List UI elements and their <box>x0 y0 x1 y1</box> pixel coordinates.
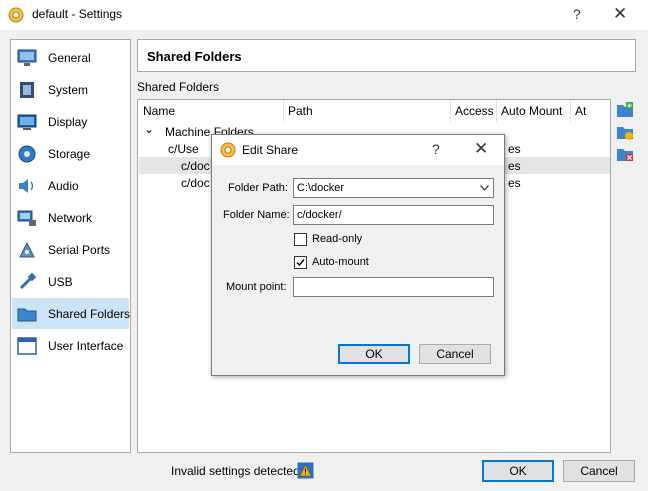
sidebar-item-user-interface[interactable]: User Interface <box>12 330 129 361</box>
column-header-access[interactable]: Access <box>450 100 497 122</box>
virtualbox-logo-icon <box>220 142 236 158</box>
add-folder-icon[interactable] <box>616 101 634 119</box>
ok-button[interactable]: OK <box>482 460 554 482</box>
usb-icon <box>19 272 37 290</box>
dialog-cancel-button[interactable]: Cancel <box>419 344 491 364</box>
checkmark-icon <box>296 259 305 267</box>
warning-icon[interactable] <box>297 462 314 479</box>
chip-icon <box>20 82 34 98</box>
sidebar-item-audio[interactable]: Audio <box>12 170 129 201</box>
read-only-checkbox[interactable] <box>294 233 307 246</box>
virtualbox-logo-icon <box>8 7 24 23</box>
sidebar-item-system[interactable]: System <box>12 74 129 105</box>
edit-share-dialog: Edit Share ? ✕ Folder Path: C:\docker Fo… <box>211 134 505 376</box>
mount-point-input[interactable] <box>293 277 494 297</box>
folder-path-label: Folder Path: <box>228 182 288 194</box>
folder-path-combobox[interactable]: C:\docker <box>293 178 494 198</box>
storage-icon <box>18 145 36 163</box>
sidebar-item-network[interactable]: Network <box>12 202 129 233</box>
sidebar-item-display[interactable]: Display <box>12 106 129 137</box>
speaker-icon <box>19 179 34 193</box>
sidebar-item-usb[interactable]: USB <box>12 266 129 297</box>
monitor-icon <box>17 49 37 66</box>
dialog-help-button[interactable]: ? <box>432 141 440 157</box>
sidebar-item-shared-folders[interactable]: Shared Folders <box>12 298 130 329</box>
auto-mount-label: Auto-mount <box>312 256 369 268</box>
serial-port-icon <box>19 241 35 258</box>
display-icon <box>17 114 37 130</box>
sidebar-item-general[interactable]: General <box>12 42 129 73</box>
edit-folder-icon[interactable] <box>616 123 634 141</box>
dialog-close-button[interactable]: ✕ <box>474 139 488 159</box>
column-header-path[interactable]: Path <box>283 100 451 122</box>
network-icon <box>17 210 36 226</box>
window-icon <box>17 337 37 355</box>
group-label: Shared Folders <box>137 80 220 94</box>
cancel-button[interactable]: Cancel <box>563 460 635 482</box>
settings-sidebar: General System Display Storage Audio Net… <box>10 39 131 453</box>
dialog-ok-button[interactable]: OK <box>338 344 410 364</box>
sidebar-item-storage[interactable]: Storage <box>12 138 129 169</box>
read-only-label: Read-only <box>312 233 363 245</box>
window-title: default - Settings <box>32 7 123 21</box>
column-header-name[interactable]: Name <box>138 100 284 122</box>
folder-name-input[interactable]: c/docker/ <box>293 205 494 225</box>
page-title: Shared Folders <box>147 49 242 64</box>
auto-mount-checkbox[interactable] <box>294 256 307 269</box>
expander-icon[interactable]: ⌄ <box>144 122 154 136</box>
help-button[interactable]: ? <box>573 6 581 22</box>
page-header: Shared Folders <box>137 39 636 72</box>
status-message: Invalid settings detected <box>171 464 300 478</box>
chevron-down-icon[interactable] <box>480 185 489 191</box>
folder-name-label: Folder Name: <box>223 209 290 221</box>
mount-point-label: Mount point: <box>226 281 287 293</box>
remove-folder-icon[interactable] <box>616 145 634 163</box>
column-header-auto-mount[interactable]: Auto Mount <box>496 100 571 122</box>
column-header-at[interactable]: At <box>570 100 610 122</box>
sidebar-item-serial-ports[interactable]: Serial Ports <box>12 234 129 265</box>
folder-icon <box>17 308 37 322</box>
close-button[interactable]: ✕ <box>613 4 627 24</box>
dialog-title: Edit Share <box>242 143 299 157</box>
